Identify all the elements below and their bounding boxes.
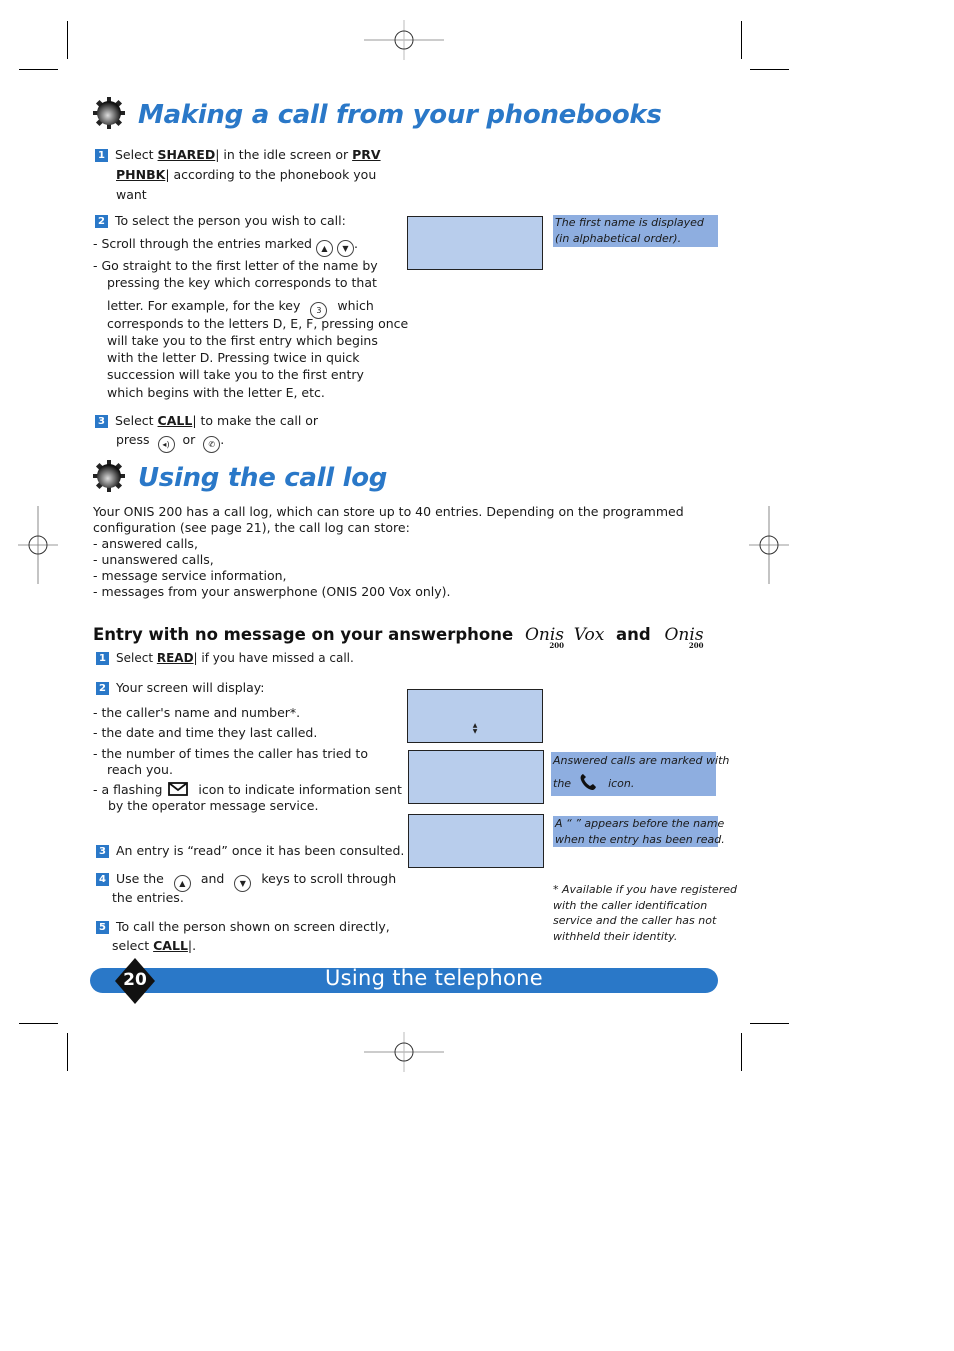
vox-logo: Vox xyxy=(573,625,605,645)
bullet-goto-line8: which begins with the letter E, etc. xyxy=(107,385,325,400)
display-item-date: - the date and time they last called. xyxy=(93,725,318,740)
section-title-phonebooks: Making a call from your phonebooks xyxy=(138,100,662,130)
step-4-line2: the entries. xyxy=(112,890,184,905)
envelope-icon xyxy=(168,782,189,796)
gear-icon xyxy=(93,97,125,129)
softkey-phnbk: PHNBK xyxy=(116,167,166,182)
intro-line1: Your ONIS 200 has a call log, which can … xyxy=(93,504,684,519)
page-number: 20 xyxy=(123,970,147,990)
softkey-call: CALL xyxy=(157,413,193,428)
step-5-line2: select CALL|. xyxy=(112,938,197,953)
intro-item-unanswered: - unanswered calls, xyxy=(93,552,214,567)
intro-line2: configuration (see page 21), the call lo… xyxy=(93,520,410,535)
display-item-name: - the caller's name and number*. xyxy=(93,705,301,720)
softkey-prv: PRV xyxy=(352,147,381,162)
step-3-line2: press ◂) or ✆. xyxy=(116,431,224,453)
bullet-goto-line7: succession will take you to the first en… xyxy=(107,367,364,382)
step-number: 2 xyxy=(96,682,109,695)
onis-logo: Onis 200 xyxy=(524,625,564,650)
step-1-line3: want xyxy=(116,187,147,202)
lcd-screen-answered xyxy=(408,750,544,804)
subheading-no-message: Entry with no message on your answerphon… xyxy=(93,625,704,650)
scroll-indicator-icon: ▲ ▼ xyxy=(472,722,478,735)
step-2-display: 2 Your screen will display: xyxy=(96,679,265,696)
down-key-icon: ▼ xyxy=(234,875,252,892)
registration-mark-left xyxy=(18,506,58,584)
step-number: 3 xyxy=(96,845,109,858)
step-1-read: 1 Select READ| if you have missed a call. xyxy=(96,650,354,667)
bullet-goto-line4: corresponds to the letters D, E, F, pres… xyxy=(107,316,409,331)
display-item-flashing-l2: by the operator message service. xyxy=(108,798,319,813)
lcd-screen-phonebook xyxy=(407,216,543,270)
step-1-line2: PHNBK| according to the phonebook you xyxy=(116,167,377,182)
crop-mark-bl-v xyxy=(67,1033,68,1071)
crop-mark-tl-h xyxy=(19,69,58,70)
step-3-read-status: 3 An entry is “read” once it has been con… xyxy=(96,842,404,859)
bullet-goto-line1: - Go straight to the first letter of the… xyxy=(93,258,378,273)
registration-mark-right xyxy=(749,506,789,584)
crop-mark-bl-h xyxy=(19,1023,58,1024)
footer-section-title: Using the telephone xyxy=(325,966,543,990)
crop-mark-tr-v xyxy=(741,21,742,59)
handset-icon xyxy=(580,774,596,790)
note-first-name: The first name is displayed (in alphabet… xyxy=(553,215,718,247)
softkey-call: CALL xyxy=(153,938,188,953)
step-number: 3 xyxy=(95,415,108,428)
handset-key-icon: ✆ xyxy=(203,436,221,453)
intro-item-message-service: - message service information, xyxy=(93,568,287,583)
display-item-flashing: - a flashing icon to indicate informatio… xyxy=(93,782,402,797)
bullet-goto-line2: pressing the key which corresponds to th… xyxy=(107,275,377,290)
lcd-screen-call-entry: ▲ ▼ xyxy=(407,689,543,743)
crop-mark-br-v xyxy=(741,1033,742,1071)
footnote-caller-id: * Available if you have registered with … xyxy=(553,883,737,943)
down-key-icon: ▼ xyxy=(336,240,354,257)
crop-mark-br-h xyxy=(750,1023,789,1024)
registration-mark-top xyxy=(364,20,444,60)
intro-item-answered: - answered calls, xyxy=(93,536,198,551)
lcd-screen-read xyxy=(408,814,544,868)
gear-icon xyxy=(93,460,125,492)
step-number: 1 xyxy=(96,652,109,665)
display-item-attempts: - the number of times the caller has tri… xyxy=(93,746,368,761)
section-title-call-log: Using the call log xyxy=(138,463,388,493)
onis-logo: Onis 200 xyxy=(664,625,704,650)
display-item-attempts-l2: reach you. xyxy=(107,762,173,777)
note-answered-calls: Answered calls are marked with the icon. xyxy=(551,752,729,796)
step-number: 2 xyxy=(95,215,108,228)
step-number: 1 xyxy=(95,149,108,162)
step-1-phonebook: 1 Select SHARED| in the idle screen or PR… xyxy=(95,146,381,163)
crop-mark-tl-v xyxy=(67,21,68,59)
bullet-goto-line6: with the letter D. Pressing twice in qui… xyxy=(107,350,360,365)
step-number: 4 xyxy=(96,873,109,886)
softkey-read: READ xyxy=(156,651,194,665)
step-2-select-person: 2 To select the person you wish to call: xyxy=(95,212,346,229)
intro-item-answerphone: - messages from your answerphone (ONIS 2… xyxy=(93,584,451,599)
step-5-call: 5 To call the person shown on screen dire… xyxy=(96,918,390,935)
step-3-call: 3 Select CALL| to make the call or xyxy=(95,412,318,429)
bullet-goto-line5: will take you to the first entry which b… xyxy=(107,333,378,348)
softkey-shared: SHARED xyxy=(157,147,216,162)
note-read-entry: A “ ” appears before the name when the e… xyxy=(553,816,725,847)
bullet-scroll: - Scroll through the entries marked ▲ ▼. xyxy=(93,235,358,257)
registration-mark-bottom xyxy=(364,1032,444,1072)
up-key-icon: ▲ xyxy=(315,240,333,257)
step-number: 5 xyxy=(96,921,109,934)
speaker-key-icon: ◂) xyxy=(157,436,175,453)
crop-mark-tr-h xyxy=(750,69,789,70)
